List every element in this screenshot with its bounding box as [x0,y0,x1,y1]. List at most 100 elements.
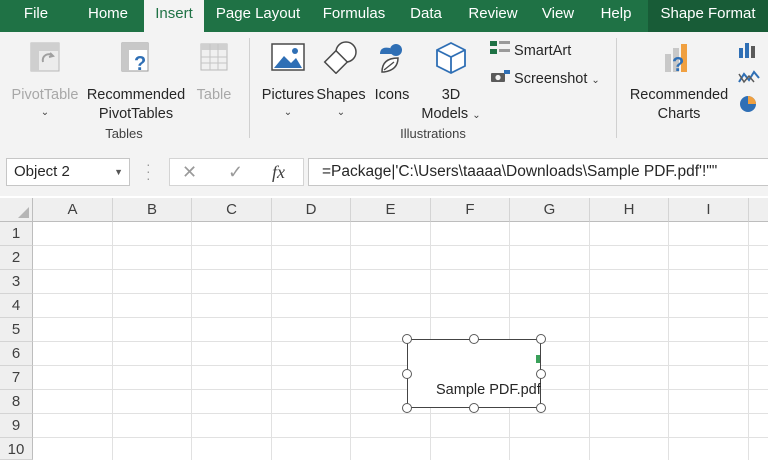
shapes-icon [322,40,360,80]
recommended-pivottables-icon: ? [118,40,154,82]
row-header-4[interactable]: 4 [0,294,33,318]
table-label: Table [196,87,232,103]
column-header-a[interactable]: A [33,198,113,222]
shapes-button[interactable]: Shapes ⌄ [316,38,366,120]
resize-handle-top[interactable] [469,334,479,344]
recommended-pivottables-label-2: PivotTables [98,106,174,122]
row-header-9[interactable]: 9 [0,414,33,438]
column-chart-button[interactable] [738,40,760,60]
row-header-6[interactable]: 6 [0,342,33,366]
resize-handle-top-left[interactable] [402,334,412,344]
pictures-button[interactable]: Pictures ⌄ [258,38,318,120]
chevron-down-icon: ⌄ [472,110,481,121]
column-header-g[interactable]: G [510,198,590,222]
worksheet-grid[interactable]: A B C D E F G H I 1 2 3 4 5 6 7 8 9 10 [0,198,768,460]
line-chart-button[interactable] [738,68,760,88]
gridline [33,317,768,318]
row-header-3[interactable]: 3 [0,270,33,294]
pivottable-button[interactable]: PivotTable ⌄ [8,38,82,118]
column-header-partial[interactable] [749,198,768,222]
cancel-icon[interactable]: ✕ [182,159,197,185]
formula-buttons: ✕ ✓ fx [169,158,304,186]
resize-handle-bottom-left[interactable] [402,403,412,413]
formula-input[interactable]: =Package|'C:\Users\taaaa\Downloads\Sampl… [308,158,768,186]
pie-chart-button[interactable] [738,94,760,114]
resize-handle-bottom-right[interactable] [536,403,546,413]
column-header-f[interactable]: F [431,198,510,222]
chevron-down-icon[interactable]: ▼ [114,159,123,185]
pictures-icon [270,40,306,80]
recommended-charts-label-1: Recommended [629,87,729,103]
column-header-d[interactable]: D [272,198,351,222]
name-box[interactable]: Object 2 ▼ [6,158,130,186]
chevron-down-icon: ⌄ [591,74,600,86]
column-header-e[interactable]: E [351,198,431,222]
select-all-triangle-icon [18,207,29,218]
gridline [33,437,768,438]
tab-formulas[interactable]: Formulas [314,0,394,32]
row-header-1[interactable]: 1 [0,222,33,246]
formula-bar-area: Object 2 ▼ · · · ✕ ✓ fx =Package|'C:\Users… [0,146,768,196]
tab-home[interactable]: Home [72,0,144,32]
3d-models-label-2: Models ⌄ [418,105,484,125]
check-icon[interactable]: ✓ [228,159,243,185]
icons-button[interactable]: Icons [368,38,416,120]
tab-view[interactable]: View [534,0,582,32]
column-header-h[interactable]: H [590,198,669,222]
3d-models-button[interactable]: 3D Models ⌄ [418,38,484,122]
gridline [33,245,768,246]
column-chart-icon [738,43,760,62]
table-icon [197,40,231,80]
object-icon-fragment [536,355,540,363]
recommended-pivottables-button[interactable]: ? Recommended PivotTables [84,38,188,122]
insert-function-button[interactable]: fx [272,159,285,185]
3d-models-label-text: Models [421,106,469,122]
resize-handle-right[interactable] [536,369,546,379]
column-header-c[interactable]: C [192,198,272,222]
row-header-8[interactable]: 8 [0,390,33,414]
pie-chart-icon [738,96,760,118]
group-separator [616,38,617,138]
group-label-tables: Tables [105,126,143,141]
tab-shape-format[interactable]: Shape Format [648,0,768,32]
smartart-label: SmartArt [514,42,572,59]
row-header-7[interactable]: 7 [0,366,33,390]
column-header-i[interactable]: I [669,198,749,222]
cube-icon [433,40,469,82]
row-header-5[interactable]: 5 [0,318,33,342]
resize-handle-top-right[interactable] [536,334,546,344]
resize-handle-bottom[interactable] [469,403,479,413]
column-header-b[interactable]: B [113,198,192,222]
tab-data[interactable]: Data [402,0,450,32]
select-all-corner[interactable] [0,198,33,222]
gridline [33,341,768,342]
tab-page-layout[interactable]: Page Layout [208,0,308,32]
row-header-2[interactable]: 2 [0,246,33,270]
table-button[interactable]: Table [190,38,238,118]
smartart-icon [490,40,510,62]
recommended-charts-button[interactable]: ? Recommended Charts [622,38,736,122]
recommended-pivottables-label-1: Recommended [86,87,186,103]
tab-review[interactable]: Review [460,0,526,32]
chevron-down-icon: ⌄ [40,107,50,118]
camera-icon [490,68,510,90]
row-header-10[interactable]: 10 [0,438,33,460]
group-label-illustrations: Illustrations [400,126,466,141]
ribbon-insert: PivotTable ⌄ ? Recommended PivotTables T… [0,32,768,147]
line-chart-icon [738,70,760,90]
gridline [33,389,768,390]
chevron-down-icon: ⌄ [283,107,293,118]
tab-insert[interactable]: Insert [144,0,204,32]
tab-file[interactable]: File [0,0,72,32]
formula-bar-resize-handle[interactable]: · · · [146,157,151,185]
chevron-down-icon: ⌄ [336,107,346,118]
screenshot-button[interactable]: Screenshot ⌄ [490,68,600,88]
gridline [33,269,768,270]
svg-text:?: ? [134,53,146,75]
icons-icon [374,40,410,82]
group-separator [249,38,250,138]
tab-help[interactable]: Help [592,0,640,32]
svg-text:?: ? [672,54,684,76]
resize-handle-left[interactable] [402,369,412,379]
smartart-button[interactable]: SmartArt [490,40,571,60]
